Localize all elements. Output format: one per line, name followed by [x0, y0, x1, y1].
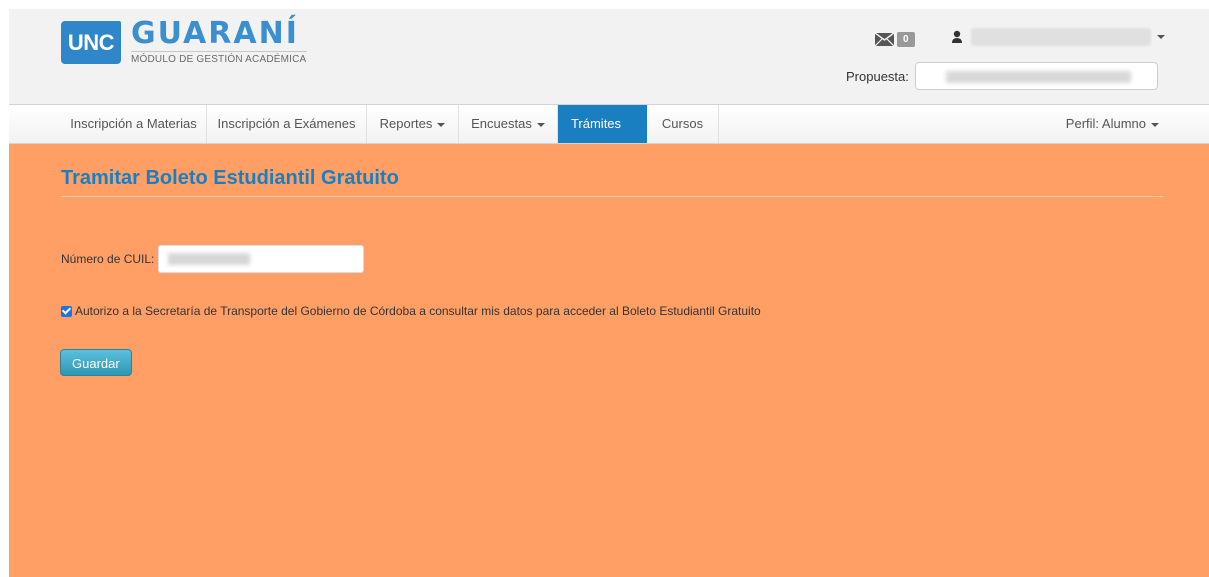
logo-title: GUARANÍ — [131, 16, 299, 51]
nav-inscripcion-examenes[interactable]: Inscripción a Exámenes — [207, 105, 367, 143]
save-button[interactable]: Guardar — [60, 349, 132, 376]
cuil-input[interactable] — [158, 245, 365, 273]
propuesta-selector: Propuesta: — [846, 62, 1158, 90]
nav-encuestas[interactable]: Encuestas — [459, 105, 558, 143]
header: UNC GUARANÍ MÓDULO DE GESTIÓN ACADÉMICA … — [9, 9, 1209, 104]
main-navbar: Inscripción a Materias Inscripción a Exá… — [9, 104, 1209, 144]
page-title: Tramitar Boleto Estudiantil Gratuito — [61, 167, 399, 189]
envelope-icon — [874, 32, 895, 47]
chevron-down-icon — [626, 122, 635, 127]
consent-label: Autorizo a la Secretaría de Transporte d… — [75, 304, 761, 318]
nav-tramites[interactable]: Trámites — [558, 105, 647, 143]
nav-inscripcion-materias[interactable]: Inscripción a Materias — [61, 105, 207, 143]
user-icon — [951, 30, 963, 44]
main-content: Tramitar Boleto Estudiantil Gratuito Núm… — [9, 144, 1209, 577]
chevron-down-icon — [437, 122, 446, 127]
title-divider — [61, 196, 1163, 197]
messages-count-badge: 0 — [897, 32, 915, 47]
nav-reportes[interactable]: Reportes — [367, 105, 459, 143]
cuil-field-row: Número de CUIL: — [61, 245, 365, 273]
cuil-label: Número de CUIL: — [61, 252, 155, 266]
app-logo[interactable]: UNC GUARANÍ MÓDULO DE GESTIÓN ACADÉMICA — [61, 16, 307, 65]
user-menu[interactable] — [951, 28, 1165, 46]
user-name-redacted — [971, 28, 1151, 46]
consent-row: Autorizo a la Secretaría de Transporte d… — [61, 304, 761, 318]
cuil-value-redacted — [168, 253, 251, 265]
nav-cursos[interactable]: Cursos — [647, 105, 719, 143]
chevron-down-icon — [536, 122, 545, 127]
unc-logo-mark: UNC — [61, 21, 121, 64]
chevron-down-icon — [1157, 35, 1165, 39]
propuesta-select[interactable] — [914, 62, 1158, 90]
propuesta-value-redacted — [945, 71, 1131, 83]
perfil-menu[interactable]: Perfil: Alumno — [1066, 105, 1159, 143]
chevron-down-icon — [1151, 122, 1159, 127]
propuesta-label: Propuesta: — [846, 68, 909, 84]
page: UNC GUARANÍ MÓDULO DE GESTIÓN ACADÉMICA … — [9, 9, 1209, 577]
consent-checkbox[interactable] — [61, 305, 72, 317]
messages-button[interactable]: 0 — [874, 32, 915, 47]
logo-subtitle: MÓDULO DE GESTIÓN ACADÉMICA — [131, 51, 307, 65]
